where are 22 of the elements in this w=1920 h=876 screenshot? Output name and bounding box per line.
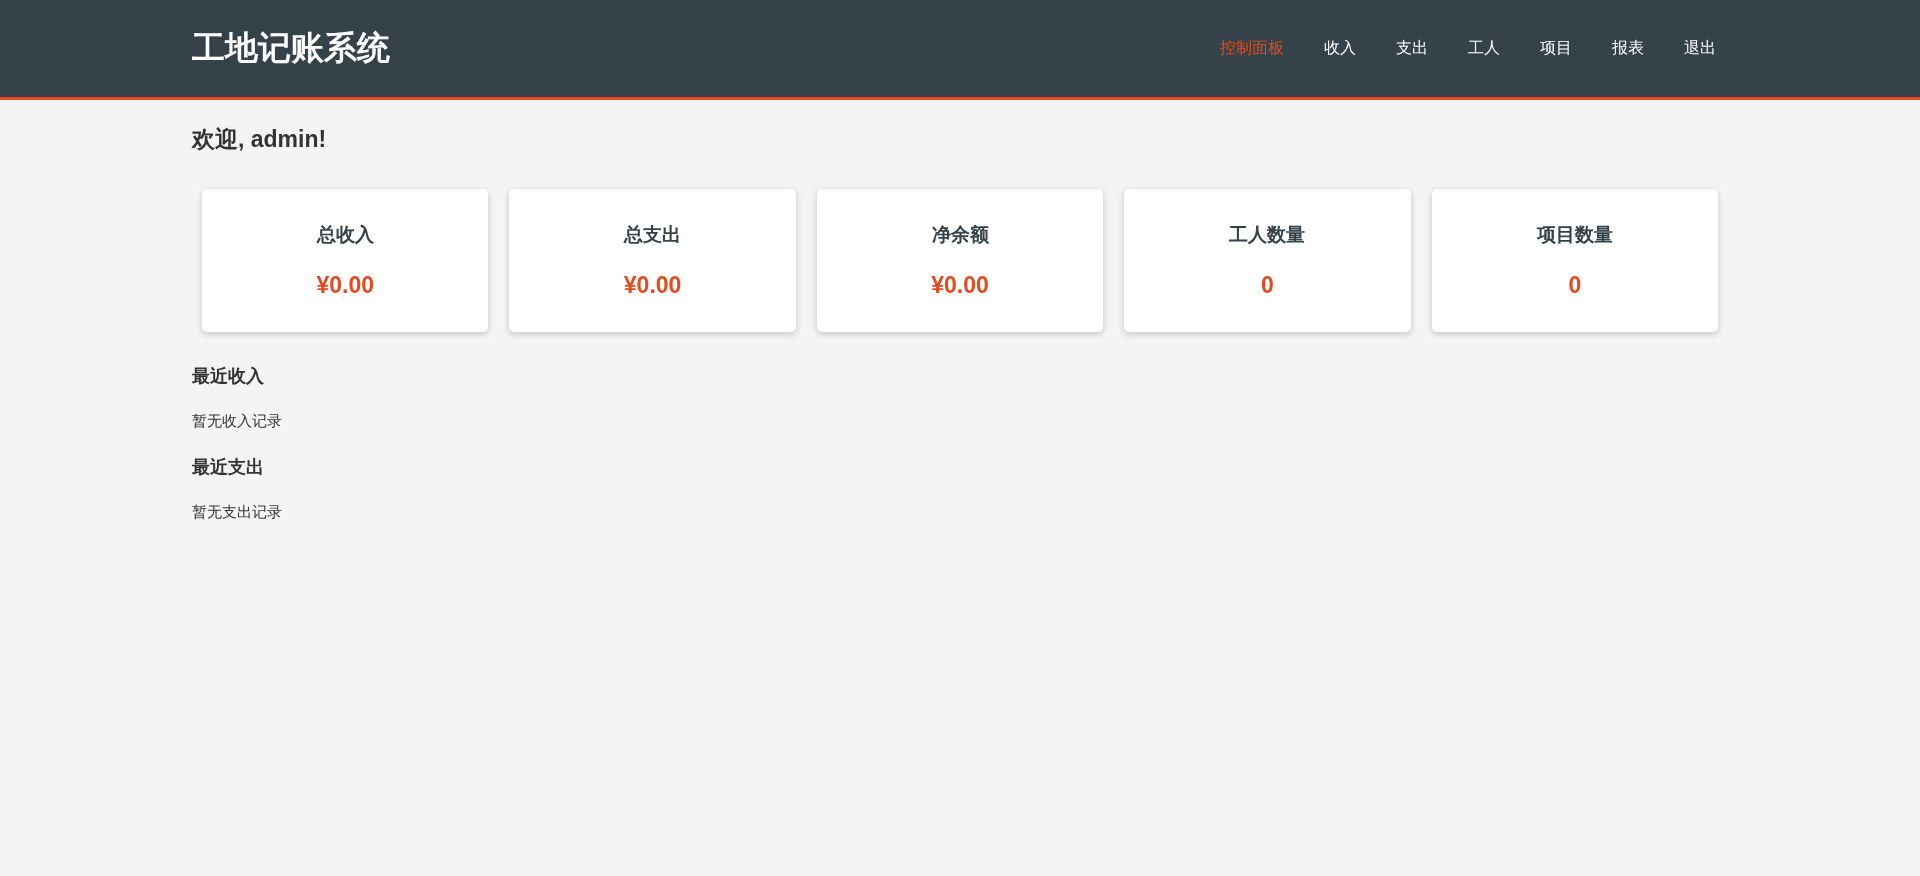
stat-label: 总支出 [624,223,682,247]
stat-value: 0 [1261,272,1274,299]
nav-link[interactable]: 报表 [1612,38,1644,59]
section-heading: 最近支出 [192,456,265,479]
stat-value: 0 [1568,272,1582,299]
nav-link[interactable]: 支出 [1396,38,1428,59]
stat-label: 工人数量 [1229,223,1306,247]
site-title: 工地记账系统 [192,28,390,68]
stat-value: ¥0.00 [623,272,682,299]
nav-link[interactable]: 项目 [1540,38,1572,59]
stat-label: 项目数量 [1536,223,1613,247]
empty-message: 暂无收入记录 [192,412,283,431]
empty-message: 暂无支出记录 [192,503,283,522]
stat-label: 净余额 [931,223,989,247]
welcome-heading: 欢迎, admin! [192,125,328,154]
stat-value: ¥0.00 [316,272,374,299]
stat-value: ¥0.00 [931,272,989,299]
nav-link[interactable]: 收入 [1324,38,1356,59]
stat-label: 总收入 [316,223,374,247]
nav-link[interactable]: 工人 [1468,38,1500,59]
nav-link[interactable]: 退出 [1684,38,1716,59]
section-heading: 最近收入 [192,365,265,388]
